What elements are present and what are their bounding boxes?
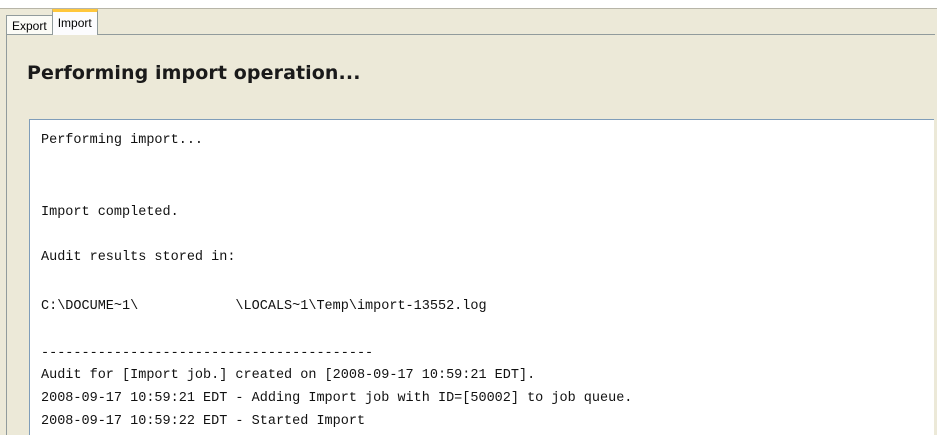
page-title: Performing import operation... — [27, 62, 361, 84]
log-line: C:\DOCUME~1\ \LOCALS~1\Temp\import-13552… — [41, 299, 487, 314]
log-line: ----------------------------------------… — [41, 346, 374, 361]
tab-export[interactable]: Export — [6, 15, 53, 35]
tab-import[interactable]: Import — [51, 9, 98, 35]
import-window: Export Import Performing import operatio… — [0, 0, 937, 435]
log-line: Import completed. — [41, 205, 179, 220]
log-line: Audit for [Import job.] created on [2008… — [41, 368, 536, 383]
log-output-area[interactable]: Performing import... Import completed. A… — [29, 119, 934, 435]
log-line: 2008-09-17 10:59:22 EDT - Started Import — [41, 414, 366, 429]
tab-strip: Export Import — [6, 9, 98, 35]
log-line: Performing import... — [41, 133, 204, 148]
window-top-border — [0, 0, 937, 9]
log-line: Audit results stored in: — [41, 250, 236, 265]
log-line: 2008-09-17 10:59:21 EDT - Adding Import … — [41, 391, 633, 406]
